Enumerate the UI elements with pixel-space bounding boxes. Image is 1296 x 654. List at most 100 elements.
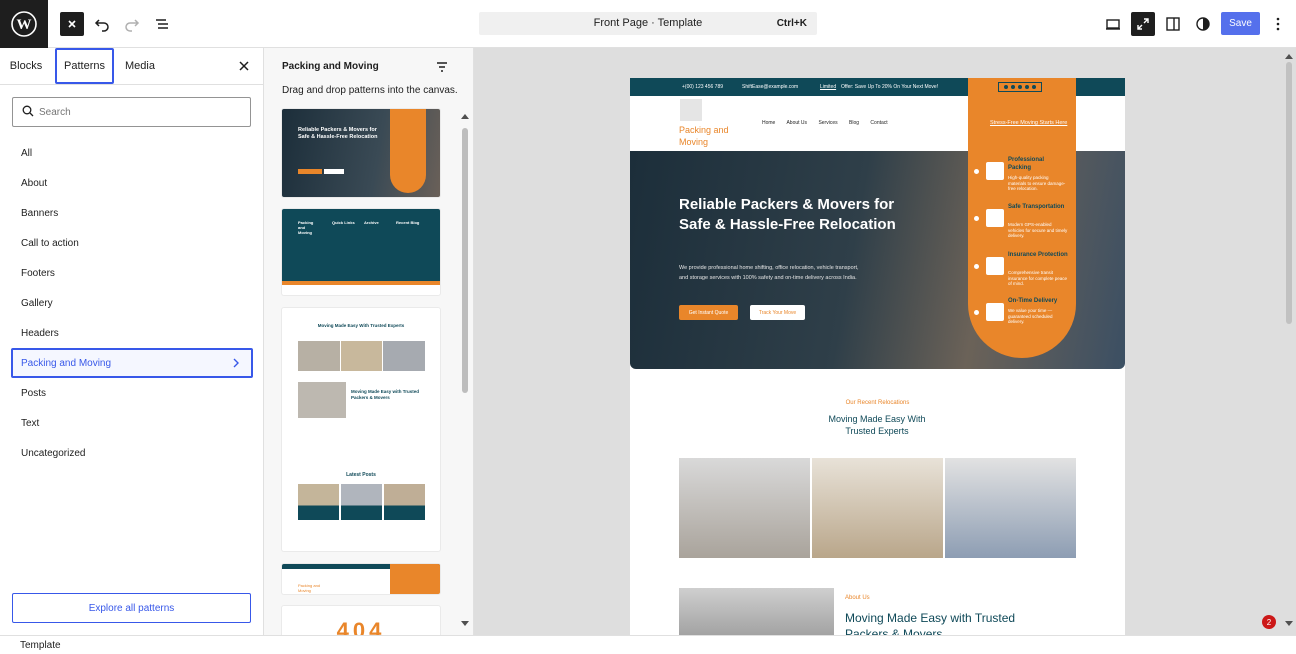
tab-blocks[interactable]: Blocks bbox=[0, 48, 52, 84]
tab-patterns[interactable]: Patterns bbox=[55, 48, 114, 84]
box-icon bbox=[986, 162, 1004, 180]
feature-title: Professional Packing bbox=[1008, 157, 1045, 171]
pattern-card-404[interactable]: 404 bbox=[282, 606, 440, 635]
explore-all-patterns-button[interactable]: Explore all patterns bbox=[12, 593, 251, 623]
gallery-photo[interactable] bbox=[812, 458, 943, 558]
category-gallery[interactable]: Gallery bbox=[0, 288, 263, 318]
pattern-category-title: Packing and Moving bbox=[282, 61, 379, 72]
shortcut-hint: Ctrl+K bbox=[776, 18, 807, 29]
category-headers[interactable]: Headers bbox=[0, 318, 263, 348]
editor-header: W Front Page · Template Ctrl+K Save bbox=[0, 0, 1296, 48]
feature-desc: Modern GPS-enabled vehicles for secure a… bbox=[1008, 222, 1068, 238]
cta-link[interactable]: Stress-Free Moving Starts Here bbox=[990, 120, 1067, 126]
close-panel-button[interactable] bbox=[234, 48, 254, 84]
filter-icon bbox=[437, 62, 447, 72]
canvas-scrollbar[interactable] bbox=[1283, 50, 1295, 630]
breadcrumb-template[interactable]: Template bbox=[20, 640, 61, 651]
feature-item: Insurance Protection Comprehensive trans… bbox=[974, 251, 1074, 291]
scrollbar-thumb[interactable] bbox=[1286, 62, 1292, 324]
list-view-icon bbox=[156, 19, 168, 29]
pinterest-icon[interactable] bbox=[1032, 85, 1036, 89]
about-title[interactable]: Moving Made Easy with Trusted Packers & … bbox=[845, 610, 1055, 635]
pattern-card-footer-col: Packing and Moving bbox=[298, 220, 314, 235]
nav-services[interactable]: Services bbox=[818, 120, 837, 126]
close-icon bbox=[239, 61, 249, 71]
category-posts[interactable]: Posts bbox=[0, 378, 263, 408]
site-title[interactable]: Packing and Moving bbox=[679, 124, 749, 148]
search-icon bbox=[22, 105, 34, 117]
category-text[interactable]: Text bbox=[0, 408, 263, 438]
device-preview-button[interactable] bbox=[1101, 12, 1125, 36]
site-navigation: Home About Us Services Blog Contact bbox=[762, 120, 898, 126]
redo-button[interactable] bbox=[120, 12, 144, 36]
category-uncategorized[interactable]: Uncategorized bbox=[0, 438, 263, 468]
bullet-dot bbox=[974, 216, 979, 221]
facebook-icon[interactable] bbox=[1004, 85, 1008, 89]
chevron-right-icon bbox=[233, 358, 239, 368]
editor-canvas[interactable]: +(00) 123 456 789 ShiftEase@example.com … bbox=[474, 48, 1296, 635]
scrollbar-thumb[interactable] bbox=[462, 128, 468, 393]
pattern-card-hero[interactable]: Reliable Packers & Movers for Safe & Has… bbox=[282, 109, 440, 197]
contrast-icon bbox=[1196, 17, 1210, 31]
document-overview-button[interactable] bbox=[150, 12, 174, 36]
page-preview-frame[interactable]: +(00) 123 456 789 ShiftEase@example.com … bbox=[630, 78, 1125, 635]
category-packing-and-moving[interactable]: Packing and Moving bbox=[11, 348, 253, 378]
settings-sidebar-button[interactable] bbox=[1161, 12, 1185, 36]
pattern-card-about-title: Moving Made Easy with Trusted Packers & … bbox=[351, 389, 420, 400]
undo-icon bbox=[94, 19, 109, 32]
inserter-tabs: Blocks Patterns Media bbox=[0, 48, 263, 85]
scroll-up-icon bbox=[1285, 54, 1293, 59]
pattern-card-header-logo: Packing and Moving bbox=[298, 583, 321, 593]
gallery-photo[interactable] bbox=[945, 458, 1076, 558]
pattern-card-header[interactable]: Packing and Moving bbox=[282, 564, 440, 594]
recent-relocations-label: Our Recent Relocations bbox=[845, 400, 910, 406]
category-call-to-action[interactable]: Call to action bbox=[0, 228, 263, 258]
feature-title: Safe Transportation bbox=[1008, 204, 1065, 210]
search-input[interactable] bbox=[39, 102, 244, 122]
twitter-icon[interactable] bbox=[1018, 85, 1022, 89]
feature-item: Professional Packing High-quality packin… bbox=[974, 156, 1074, 196]
close-inserter-button[interactable] bbox=[60, 12, 84, 36]
category-footers[interactable]: Footers bbox=[0, 258, 263, 288]
redo-icon bbox=[125, 19, 140, 32]
recent-relocations-title[interactable]: Moving Made Easy With Trusted Experts bbox=[827, 413, 927, 437]
pattern-card-footer[interactable]: Packing and Moving Quick Links Archive R… bbox=[282, 209, 440, 295]
category-about[interactable]: About bbox=[0, 168, 263, 198]
zoom-out-button[interactable] bbox=[1131, 12, 1155, 36]
hero-description[interactable]: We provide professional home shifting, o… bbox=[679, 263, 859, 283]
pattern-card-about-gallery[interactable]: Moving Made Easy With Trusted Experts Mo… bbox=[282, 308, 440, 551]
filter-button[interactable] bbox=[436, 60, 448, 78]
about-photo[interactable] bbox=[679, 588, 834, 635]
instagram-icon[interactable] bbox=[1011, 85, 1015, 89]
styles-button[interactable] bbox=[1191, 12, 1215, 36]
category-all[interactable]: All bbox=[0, 138, 263, 168]
feature-item: On-Time Delivery We value your time — gu… bbox=[974, 297, 1074, 337]
pattern-list-scrollbar[interactable] bbox=[460, 108, 470, 628]
gallery-photo[interactable] bbox=[679, 458, 810, 558]
get-quote-button[interactable]: Get Instant Quote bbox=[679, 305, 738, 320]
pattern-card-footer-strip bbox=[282, 281, 440, 285]
command-palette-trigger[interactable]: Front Page · Template Ctrl+K bbox=[479, 12, 817, 35]
relocation-gallery bbox=[679, 458, 1076, 558]
track-move-button[interactable]: Track Your Move bbox=[750, 305, 805, 320]
pattern-card-hero-title: Reliable Packers & Movers for Safe & Has… bbox=[298, 127, 378, 140]
hero-title[interactable]: Reliable Packers & Movers for Safe & Has… bbox=[679, 195, 899, 234]
nav-about[interactable]: About Us bbox=[786, 120, 807, 126]
pattern-card-404-text: 404 bbox=[336, 618, 386, 635]
close-icon bbox=[68, 20, 76, 28]
pattern-card-posts bbox=[298, 484, 425, 520]
options-button[interactable] bbox=[1266, 12, 1290, 36]
undo-button[interactable] bbox=[90, 12, 114, 36]
nav-blog[interactable]: Blog bbox=[849, 120, 859, 126]
wordpress-logo-button[interactable]: W bbox=[0, 0, 48, 48]
tab-media[interactable]: Media bbox=[118, 48, 162, 84]
nav-home[interactable]: Home bbox=[762, 120, 775, 126]
nav-contact[interactable]: Contact bbox=[870, 120, 887, 126]
pattern-preview-panel: Packing and Moving Drag and drop pattern… bbox=[264, 48, 474, 635]
category-banners[interactable]: Banners bbox=[0, 198, 263, 228]
notice-count-badge[interactable]: 2 bbox=[1262, 615, 1276, 629]
scroll-up-icon bbox=[461, 114, 469, 119]
save-button[interactable]: Save bbox=[1221, 12, 1260, 35]
site-phone: +(00) 123 456 789 bbox=[682, 84, 724, 90]
youtube-icon[interactable] bbox=[1025, 85, 1029, 89]
